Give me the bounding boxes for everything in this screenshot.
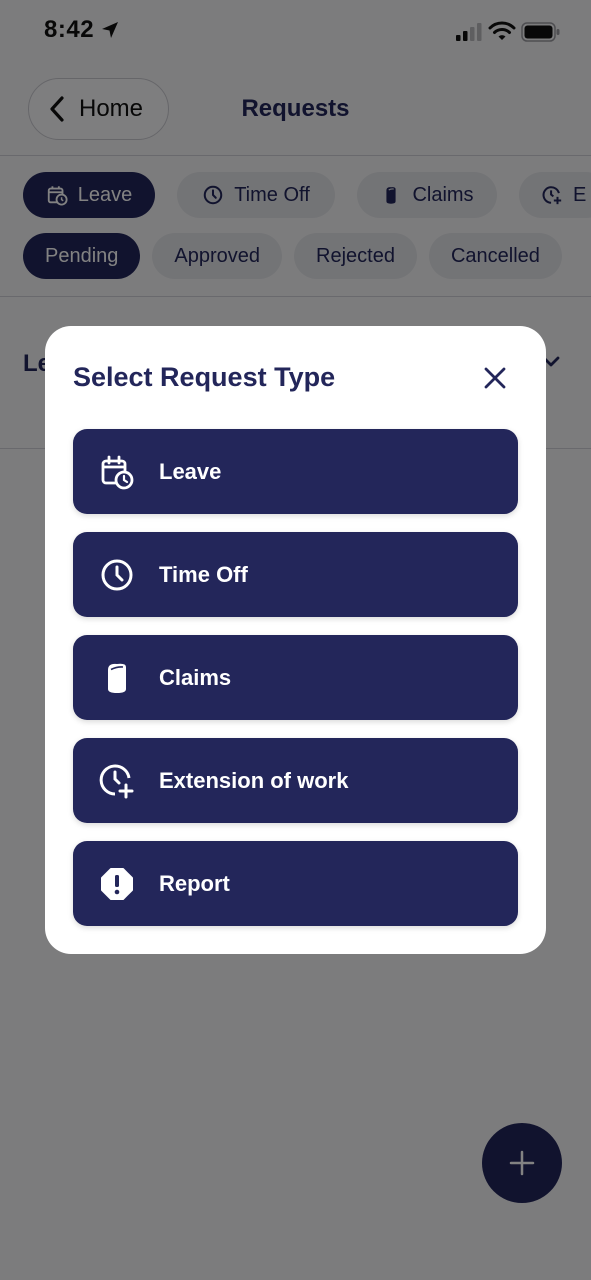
- option-report-button[interactable]: Report: [73, 841, 518, 926]
- option-extension-of-work-label: Extension of work: [159, 767, 349, 793]
- clock-icon: [101, 559, 133, 590]
- option-report-label: Report: [159, 870, 230, 896]
- option-claims-button[interactable]: Claims: [73, 635, 518, 720]
- calendar-clock-icon: [101, 455, 134, 489]
- option-claims-label: Claims: [159, 664, 232, 690]
- option-extension-of-work-button[interactable]: Extension of work: [73, 738, 518, 823]
- cylinder-icon: [108, 663, 126, 693]
- option-time-off-button[interactable]: Time Off: [73, 532, 518, 617]
- select-request-type-modal: Select Request Type Leave Time Off Claim…: [45, 326, 546, 954]
- option-time-off-label: Time Off: [159, 561, 248, 587]
- requests-screen: 8:42 Home Requests Leave Time Off Claims…: [0, 0, 591, 1280]
- clock-plus-icon: [99, 764, 134, 798]
- option-leave-label: Leave: [159, 458, 222, 484]
- modal-title: Select Request Type: [73, 362, 336, 392]
- option-leave-button[interactable]: Leave: [73, 429, 518, 514]
- close-icon[interactable]: [481, 364, 509, 392]
- alert-octagon-icon: [101, 867, 133, 900]
